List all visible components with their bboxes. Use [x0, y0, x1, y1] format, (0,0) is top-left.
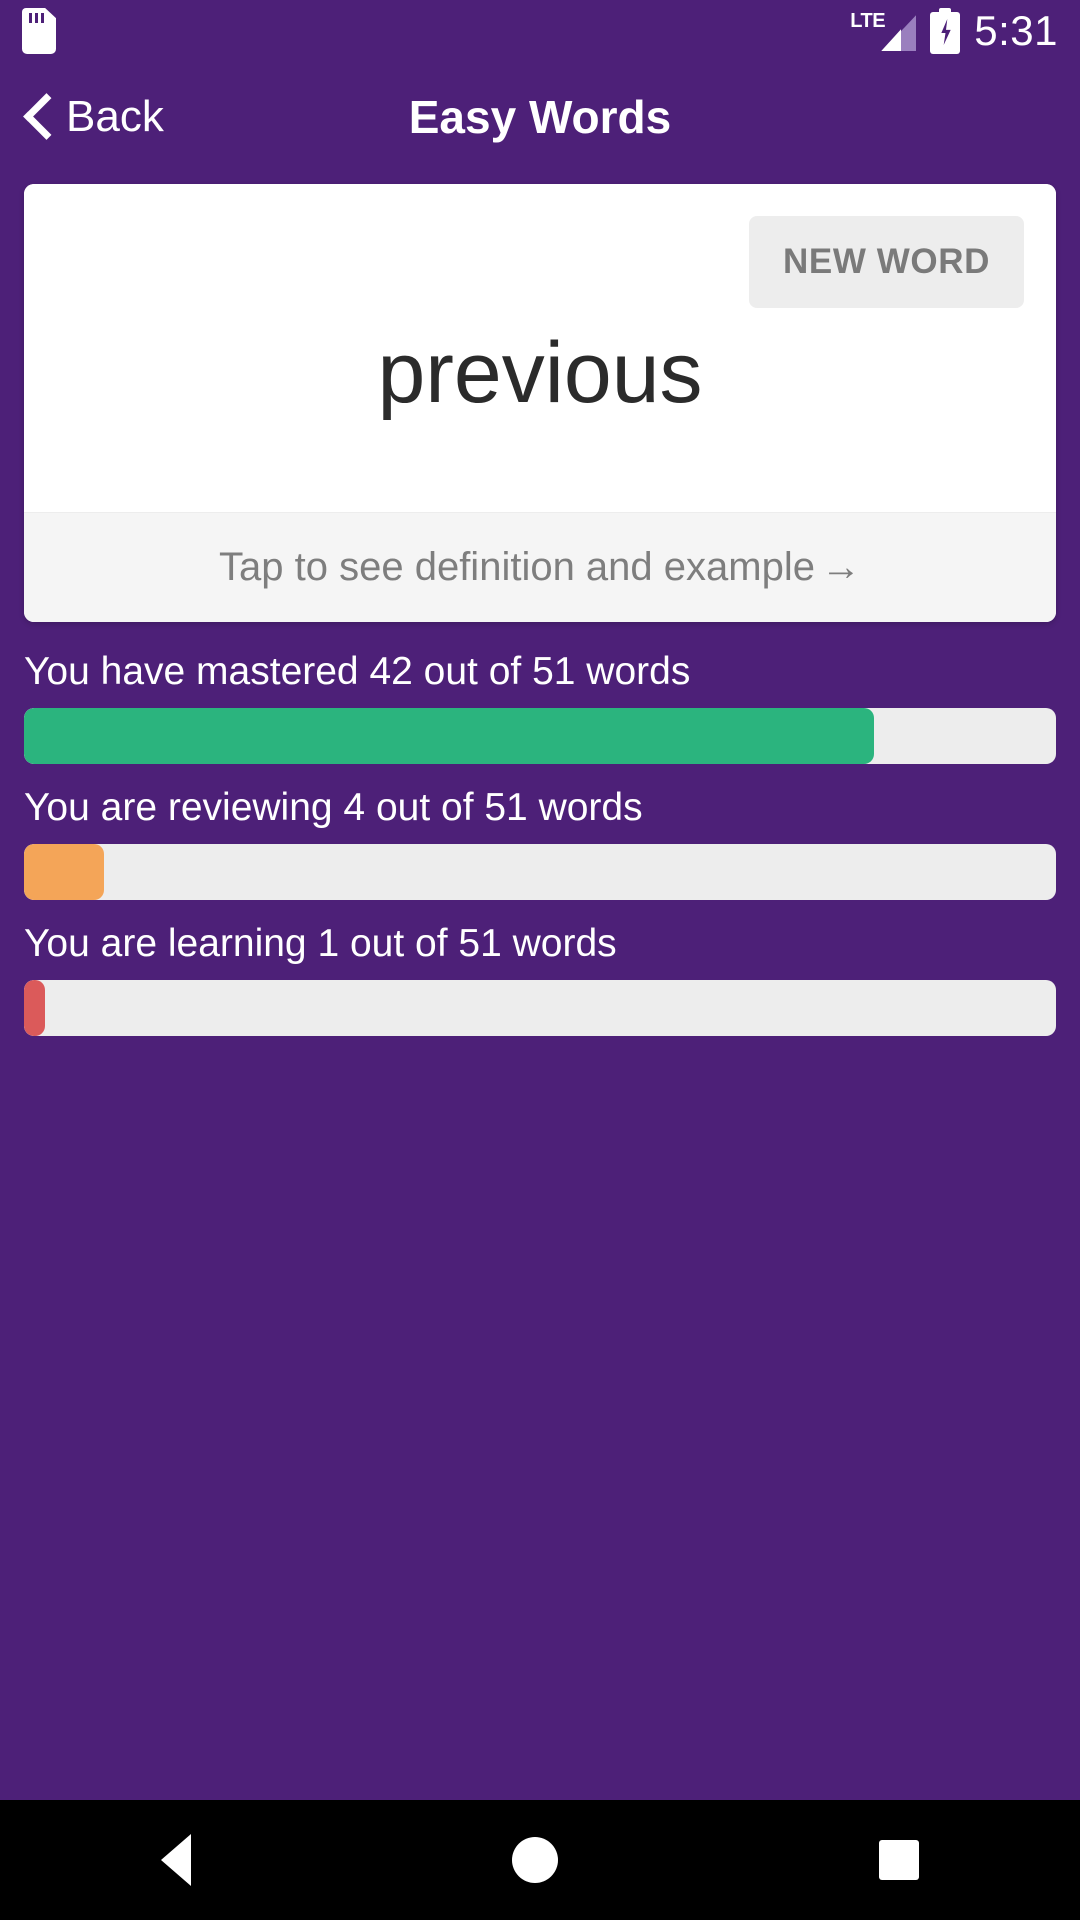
- battery-charging-icon: [930, 8, 961, 54]
- status-bar-clock: 5:31: [974, 7, 1058, 54]
- app-header: Back Easy Words: [0, 62, 1080, 172]
- status-bar: LTE 5:31: [0, 0, 1080, 62]
- signal-bars-icon: LTE: [850, 7, 917, 55]
- progress-fill-learning: [24, 980, 45, 1036]
- progress-block-reviewing: You are reviewing 4 out of 51 words: [24, 786, 1056, 900]
- new-word-button[interactable]: NEW WORD: [749, 216, 1024, 308]
- progress-track-reviewing: [24, 844, 1056, 900]
- progress-label-reviewing: You are reviewing 4 out of 51 words: [24, 786, 643, 829]
- chevron-left-icon: [24, 92, 52, 142]
- back-button-label: Back: [66, 92, 164, 141]
- square-recents-icon[interactable]: [879, 1840, 920, 1880]
- android-navigation-bar: [0, 1800, 1080, 1920]
- progress-label-learning: You are learning 1 out of 51 words: [24, 922, 617, 965]
- circle-home-icon[interactable]: [511, 1837, 558, 1883]
- flashcard-hint-bar[interactable]: Tap to see definition and example →: [24, 512, 1056, 622]
- sd-card-icon: [22, 8, 56, 54]
- progress-track-learning: [24, 980, 1056, 1036]
- progress-block-mastered: You have mastered 42 out of 51 words: [24, 650, 1056, 764]
- progress-fill-mastered: [24, 708, 875, 764]
- flashcard-hint-label: Tap to see definition and example: [219, 545, 815, 589]
- progress-fill-reviewing: [24, 844, 105, 900]
- progress-track-mastered: [24, 708, 1056, 764]
- flashcard-word: previous: [377, 325, 703, 421]
- flashcard[interactable]: NEW WORD previous Tap to see definition …: [24, 184, 1056, 622]
- progress-label-mastered: You have mastered 42 out of 51 words: [24, 650, 691, 693]
- flashcard-front[interactable]: NEW WORD previous: [24, 184, 1056, 512]
- network-type-label: LTE: [850, 10, 886, 32]
- arrow-right-icon: →: [820, 545, 861, 589]
- progress-block-learning: You are learning 1 out of 51 words: [24, 922, 1056, 1036]
- triangle-back-icon[interactable]: [160, 1834, 191, 1886]
- status-bar-right-group: LTE 5:31: [850, 0, 1058, 62]
- progress-section: You have mastered 42 out of 51 words You…: [0, 622, 1080, 1036]
- back-button[interactable]: Back: [0, 92, 164, 142]
